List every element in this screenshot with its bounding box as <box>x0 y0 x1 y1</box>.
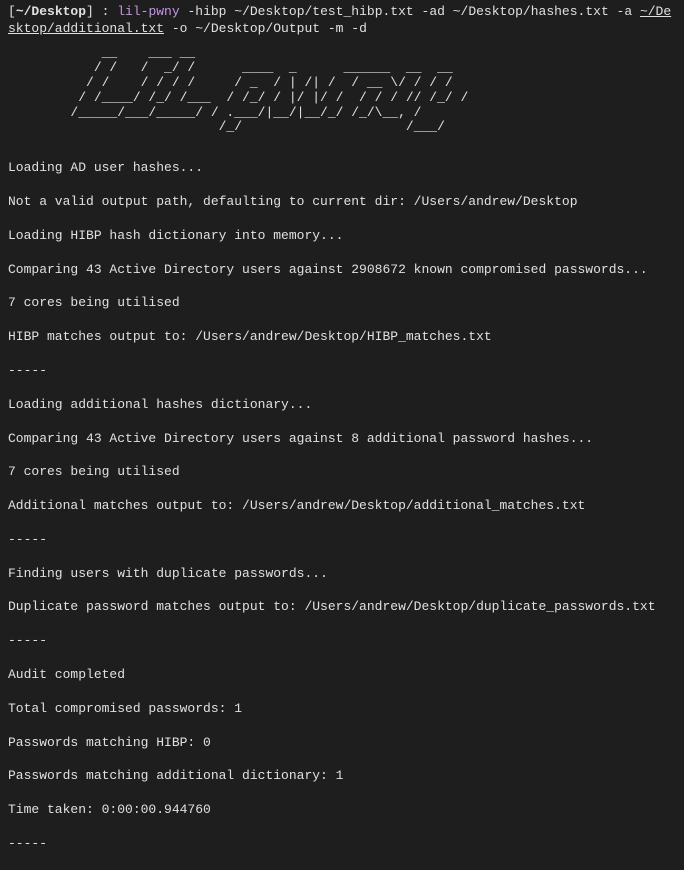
output-line: Comparing 43 Active Directory users agai… <box>8 431 676 448</box>
output-line: ----- <box>8 363 676 380</box>
output-line: Duplicate password matches output to: /U… <box>8 599 676 616</box>
bracket-open: [ <box>8 4 16 19</box>
ascii-art-logo: __ ___ __ / / / _/ / ____ _ ______ __ __… <box>8 46 676 136</box>
command-args-1: -hibp ~/Desktop/test_hibp.txt -ad ~/Desk… <box>180 4 640 19</box>
output-line: ----- <box>8 532 676 549</box>
output-line: Additional matches output to: /Users/and… <box>8 498 676 515</box>
terminal-output: Loading AD user hashes... Not a valid ou… <box>8 143 676 869</box>
output-line: Not a valid output path, defaulting to c… <box>8 194 676 211</box>
command-prompt: [~/Desktop] : lil-pwny -hibp ~/Desktop/t… <box>8 4 676 38</box>
command-name: lil-pwny <box>117 4 179 19</box>
output-line: Passwords matching additional dictionary… <box>8 768 676 785</box>
output-line: 7 cores being utilised <box>8 295 676 312</box>
command-args-2: -o ~/Desktop/Output -m -d <box>164 21 367 36</box>
output-line: Loading HIBP hash dictionary into memory… <box>8 228 676 245</box>
output-line: ----- <box>8 633 676 650</box>
output-line: Time taken: 0:00:00.944760 <box>8 802 676 819</box>
output-line: Audit completed <box>8 667 676 684</box>
output-line: Total compromised passwords: 1 <box>8 701 676 718</box>
output-line: Loading additional hashes dictionary... <box>8 397 676 414</box>
cwd-path: ~/Desktop <box>16 4 86 19</box>
output-line: 7 cores being utilised <box>8 464 676 481</box>
output-line: Comparing 43 Active Directory users agai… <box>8 262 676 279</box>
output-line: Loading AD user hashes... <box>8 160 676 177</box>
output-line: Passwords matching HIBP: 0 <box>8 735 676 752</box>
output-line: HIBP matches output to: /Users/andrew/De… <box>8 329 676 346</box>
prompt-separator: : <box>94 4 117 19</box>
output-line: Finding users with duplicate passwords..… <box>8 566 676 583</box>
bracket-close: ] <box>86 4 94 19</box>
output-line: ----- <box>8 836 676 853</box>
